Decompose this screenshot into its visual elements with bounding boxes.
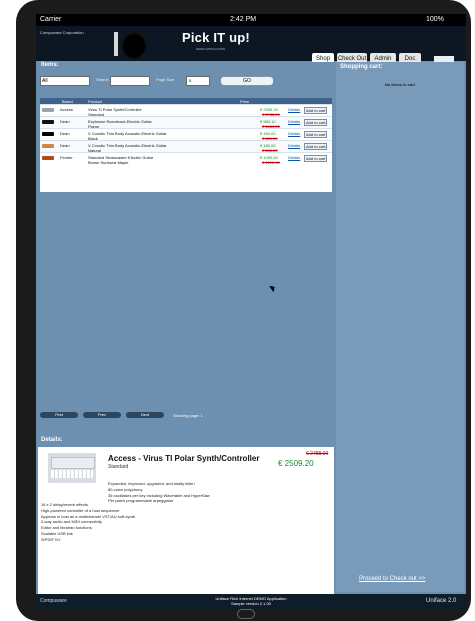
product-specs: 16 x 2 delay/reverb effects High-powered… (41, 502, 286, 543)
product-name: Access - Virus TI Polar Synth/Controller (108, 454, 260, 463)
time-text: 2:42 PM (230, 16, 257, 23)
details-link[interactable]: Details (288, 131, 300, 136)
proceed-checkout-link[interactable]: Proceed to Check out >> (359, 576, 425, 582)
logo-circle (121, 32, 147, 60)
row-brand: Dean (60, 143, 70, 148)
product-description: Expanded, improved, upgraded, and totall… (108, 481, 318, 504)
filter-bar: All Search Page Size 5 GO (40, 76, 332, 86)
cart-panel: Shopping cart: No items in cart Proceed … (336, 62, 464, 592)
guitar-icon (42, 120, 54, 124)
row-variant: Brown Sunburst Maple (88, 160, 129, 165)
search-input[interactable] (110, 76, 150, 86)
old-price: € 2788.00 (306, 451, 329, 457)
next-page-button[interactable]: Next (126, 412, 164, 418)
app-title: Pick IT up! (182, 30, 250, 45)
add-to-cart-button[interactable]: Add to cart (304, 155, 328, 162)
row-brand: Access (60, 107, 73, 112)
home-button[interactable] (237, 609, 255, 619)
product-image (48, 453, 96, 483)
items-table: Brand Product Price Access Virus TI Pola… (40, 98, 332, 192)
add-to-cart-button[interactable]: Add to cart (304, 107, 328, 114)
app-screen: Carrier 2:42 PM 100% Compuware Corporati… (36, 14, 466, 610)
details-link[interactable]: Details (288, 119, 300, 124)
go-button[interactable]: GO (220, 76, 274, 86)
compuware-logo: Compuware (40, 598, 67, 604)
add-to-cart-button[interactable]: Add to cart (304, 119, 328, 126)
row-old-price: € 1222.00 (262, 160, 280, 165)
app-subtitle: DEMO APPLICATION (196, 47, 226, 51)
guitar-icon (42, 144, 54, 148)
page-size-label: Page Size (156, 77, 175, 82)
prev-page-button[interactable]: Prev (83, 412, 121, 418)
footer-line-2: Sample version 2.1.00 (231, 601, 271, 606)
brand-filter-select[interactable]: All (40, 76, 90, 86)
synth-icon (42, 108, 54, 112)
table-row[interactable]: Fender Standard Stratocaster Electric Gu… (40, 152, 332, 165)
details-link[interactable]: Details (288, 155, 300, 160)
guitar-icon (42, 132, 54, 136)
row-brand: Dean (60, 119, 70, 124)
items-panel: Items: All Search Page Size 5 GO Brand P… (38, 62, 334, 434)
company-name: Compuware Corporation (40, 30, 84, 35)
details-title-bar: Details: (38, 435, 334, 447)
status-bar: Carrier 2:42 PM 100% (36, 14, 466, 26)
details-link[interactable]: Details (288, 107, 300, 112)
spec-line: S/PDIF I/O (41, 536, 61, 542)
details-link[interactable]: Details (288, 143, 300, 148)
pager: First Prev Next Showing page: 1 (40, 411, 332, 420)
app-header: Compuware Corporation Pick IT up! DEMO A… (36, 26, 466, 66)
row-brand: Dean (60, 131, 70, 136)
battery-text: 100% (426, 16, 444, 23)
first-page-button[interactable]: First (40, 412, 78, 418)
row-product: V Coustic Thin Body Acoustic-Electric Gu… (88, 131, 167, 136)
carrier-text: Carrier (40, 16, 62, 23)
details-panel: Details: Access - Virus TI Polar Synth/C… (38, 435, 334, 605)
page-indicator: Showing page: 1 (173, 413, 203, 418)
details-title: Details: (41, 437, 63, 443)
add-to-cart-button[interactable]: Add to cart (304, 143, 328, 150)
product-variant: Standard (108, 464, 129, 470)
items-title: Items: (41, 62, 59, 68)
cart-title: Shopping cart: (340, 64, 383, 70)
footer-center-text: Uniface Rich Internet DEMO Application S… (176, 596, 326, 606)
logo-bar (114, 32, 118, 56)
row-brand: Fender (60, 155, 73, 160)
cart-empty-message: No items in cart (384, 82, 415, 87)
guitar-icon (42, 156, 54, 160)
new-price: € 2509.20 (278, 459, 314, 468)
uniface-logo: Uniface 2.0 (426, 598, 457, 604)
footer: Compuware Uniface Rich Internet DEMO App… (36, 594, 466, 610)
add-to-cart-button[interactable]: Add to cart (304, 131, 328, 138)
page-size-input[interactable]: 5 (186, 76, 210, 86)
search-label: Search (96, 77, 109, 82)
